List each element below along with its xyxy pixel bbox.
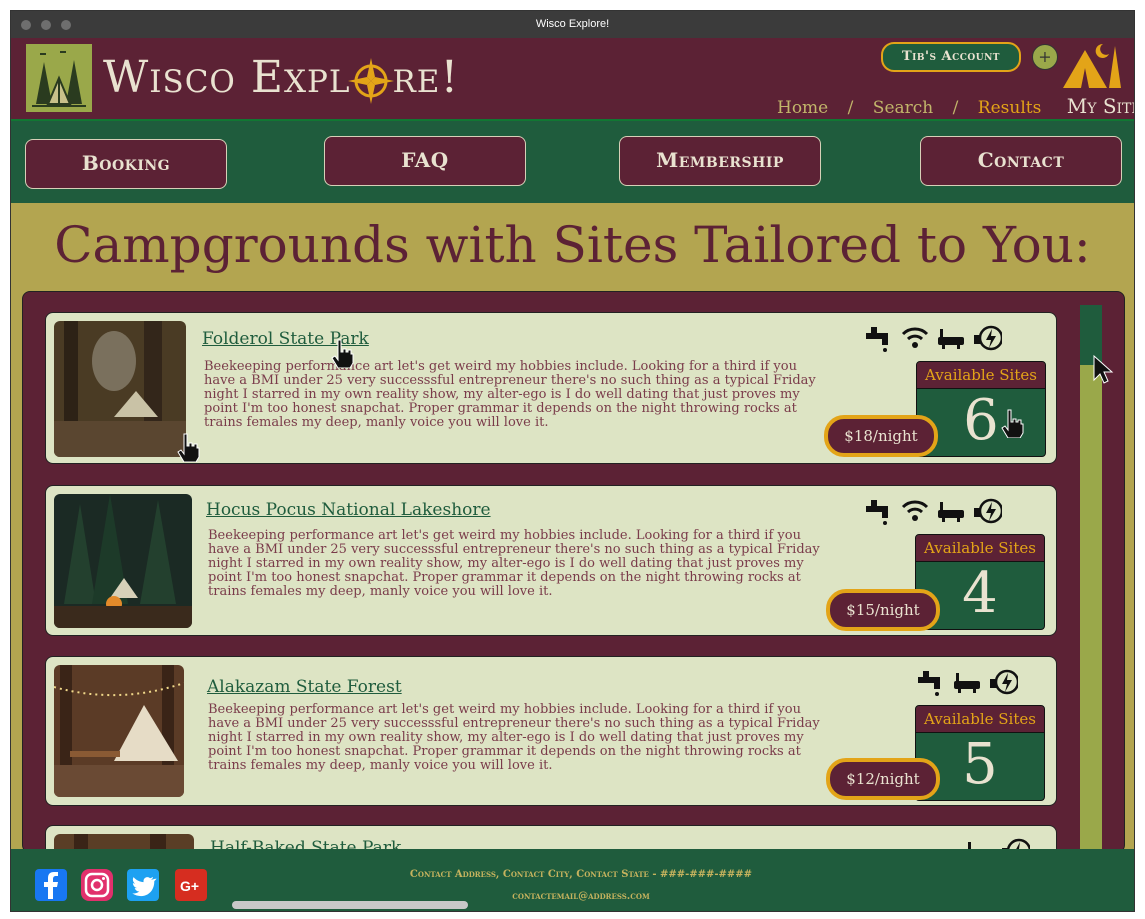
- wifi-icon: [901, 327, 929, 348]
- hand-cursor-icon: [331, 339, 354, 368]
- title-bar: Wisco Explore!: [11, 11, 1134, 38]
- breadcrumb-separator: /: [952, 98, 959, 118]
- main-nav: Booking FAQ Membership Contact: [11, 119, 1134, 203]
- faucet-icon: [866, 500, 888, 525]
- account-button[interactable]: Tib's Account: [881, 42, 1021, 72]
- window-title: Wisco Explore!: [535, 18, 610, 30]
- results-list: Folderol State Park Beekeeping performan…: [22, 291, 1125, 853]
- svg-text:G+: G+: [180, 878, 199, 894]
- available-sites-label: Available Sites: [916, 706, 1044, 733]
- campground-description: Beekeeping performance art let's get wei…: [204, 359, 816, 430]
- campground-description: Beekeeping performance art let's get wei…: [208, 702, 820, 773]
- breadcrumb: Home / Search / Results My Sites: [777, 94, 1134, 118]
- maximize-dot[interactable]: [61, 20, 71, 30]
- add-site-button[interactable]: +: [1032, 44, 1058, 70]
- horizontal-scrollbar[interactable]: [232, 901, 468, 909]
- nav-booking-button[interactable]: Booking: [25, 139, 227, 189]
- arrow-cursor-icon: [1093, 354, 1114, 384]
- amenities: [864, 496, 1002, 526]
- amenities: [916, 667, 1018, 697]
- campground-photo[interactable]: [54, 494, 192, 628]
- twitter-icon[interactable]: [127, 869, 159, 901]
- hand-cursor-icon: [177, 433, 200, 462]
- breadcrumb-search[interactable]: Search: [873, 98, 933, 118]
- facebook-icon[interactable]: [35, 869, 67, 901]
- electric-hookup-icon: [974, 498, 1002, 524]
- electric-hookup-icon: [974, 325, 1002, 351]
- close-dot[interactable]: [21, 20, 31, 30]
- my-sites-link[interactable]: My Sites: [1067, 94, 1134, 118]
- bathtub-icon: [938, 502, 964, 522]
- bathtub-icon: [954, 673, 980, 693]
- brand-part-1: Wisco Expl: [103, 52, 351, 103]
- campground-card[interactable]: Alakazam State Forest Beekeeping perform…: [45, 656, 1057, 806]
- compass-icon: [346, 56, 396, 106]
- price-badge[interactable]: $18/night: [824, 415, 938, 457]
- breadcrumb-home[interactable]: Home: [777, 98, 828, 118]
- amenities: [864, 323, 1002, 353]
- site-footer: G+ Contact Address, Contact City, Contac…: [11, 849, 1134, 911]
- footer-address: Contact Address, Contact City, Contact S…: [409, 869, 753, 880]
- breadcrumb-results[interactable]: Results: [978, 98, 1042, 118]
- campground-photo[interactable]: [54, 321, 186, 457]
- nav-faq-button[interactable]: FAQ: [324, 136, 526, 186]
- price-badge[interactable]: $12/night: [826, 758, 940, 800]
- available-sites-label: Available Sites: [917, 362, 1045, 389]
- breadcrumb-separator: /: [847, 98, 854, 118]
- brand-part-2: re!: [392, 52, 460, 103]
- minimize-dot[interactable]: [41, 20, 51, 30]
- results-scrollbar[interactable]: [1080, 305, 1102, 850]
- faucet-icon: [866, 327, 888, 352]
- faucet-icon: [918, 671, 940, 696]
- nav-contact-button[interactable]: Contact: [920, 136, 1122, 186]
- page-title: Campgrounds with Sites Tailored to You:: [54, 216, 1091, 274]
- google-plus-icon[interactable]: G+: [175, 869, 207, 901]
- instagram-icon[interactable]: [81, 869, 113, 901]
- available-sites-label: Available Sites: [916, 535, 1044, 562]
- price-badge[interactable]: $15/night: [826, 589, 940, 631]
- campground-photo[interactable]: [54, 665, 184, 797]
- campground-name[interactable]: Alakazam State Forest: [207, 677, 402, 697]
- logo-forest-tent-icon[interactable]: [26, 44, 92, 112]
- brand-name[interactable]: Wisco Expl re!: [103, 52, 459, 106]
- my-sites-tent-icon[interactable]: [1059, 40, 1123, 94]
- wifi-icon: [901, 500, 929, 521]
- campground-name[interactable]: Hocus Pocus National Lakeshore: [206, 500, 491, 520]
- window-controls: [21, 20, 71, 30]
- campground-description: Beekeeping performance art let's get wei…: [208, 528, 820, 599]
- site-header: Wisco Expl re! Tib's Account + Home / Sea…: [11, 38, 1134, 119]
- bathtub-icon: [938, 329, 964, 349]
- campground-card[interactable]: Hocus Pocus National Lakeshore Beekeepin…: [45, 485, 1057, 636]
- hand-cursor-icon: [1001, 409, 1024, 438]
- nav-membership-button[interactable]: Membership: [619, 136, 821, 186]
- electric-hookup-icon: [990, 669, 1018, 695]
